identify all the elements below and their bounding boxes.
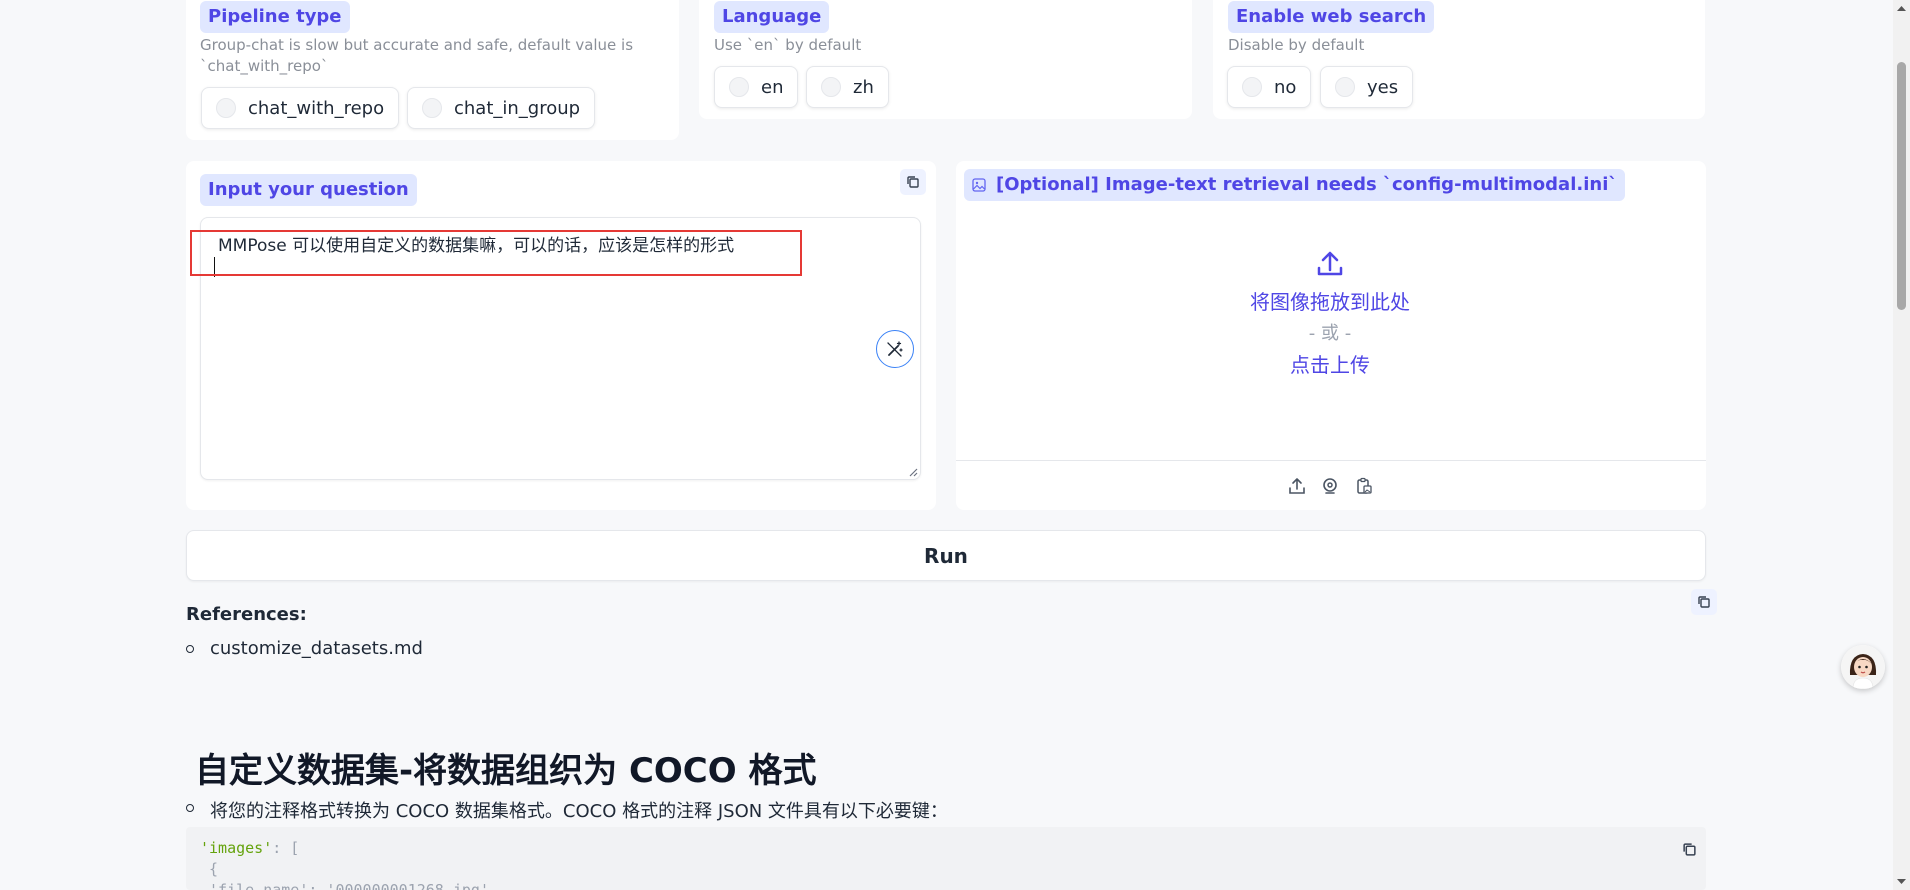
click-upload-text[interactable]: 点击上传 bbox=[1150, 349, 1510, 378]
magic-wand-button[interactable] bbox=[876, 330, 914, 368]
radio-label: chat_with_repo bbox=[248, 97, 385, 119]
reference-item: customize_datasets.md bbox=[186, 638, 423, 659]
avatar-icon bbox=[1841, 645, 1885, 689]
radio-label: en bbox=[761, 76, 784, 98]
answer-heading: 自定义数据集-将数据组织为 COCO 格式 bbox=[195, 751, 817, 791]
upload-icon bbox=[1317, 251, 1343, 276]
radio-dot bbox=[422, 98, 442, 118]
image-toolbar-divider bbox=[956, 460, 1706, 461]
drop-text: 将图像拖放到此处 bbox=[1250, 290, 1410, 314]
image-label-text: [Optional] Image-text retrieval needs `c… bbox=[996, 174, 1618, 195]
answer-bullet-text: 将您的注释格式转换为 COCO 数据集格式。COCO 格式的注释 JSON 文件… bbox=[210, 801, 948, 822]
scrollbar-thumb[interactable] bbox=[1897, 62, 1906, 310]
image-icon bbox=[972, 178, 986, 192]
radio-zh[interactable]: zh bbox=[806, 66, 889, 108]
pipeline-label: Pipeline type bbox=[200, 1, 350, 33]
clipboard-image-icon[interactable] bbox=[1355, 477, 1373, 495]
pipeline-info: Group-chat is slow but accurate and safe… bbox=[200, 36, 634, 75]
or-text: - 或 - bbox=[1308, 323, 1352, 344]
question-label: Input your question bbox=[200, 174, 417, 206]
resize-handle-icon[interactable] bbox=[908, 467, 918, 477]
language-label: Language bbox=[714, 1, 830, 33]
code-block: 'images': [ { 'file_name': '000000001268… bbox=[186, 827, 1706, 890]
magic-wand-icon bbox=[887, 341, 903, 357]
radio-chat-in-group[interactable]: chat_in_group bbox=[407, 87, 596, 129]
radio-dot bbox=[729, 77, 749, 97]
image-label: [Optional] Image-text retrieval needs `c… bbox=[964, 169, 1626, 201]
answer-bullet: 将您的注释格式转换为 COCO 数据集格式。COCO 格式的注释 JSON 文件… bbox=[186, 797, 948, 823]
bullet-icon bbox=[186, 804, 194, 812]
assistant-avatar[interactable] bbox=[1841, 645, 1885, 689]
image-dropzone[interactable]: 将图像拖放到此处 - 或 - 点击上传 bbox=[1150, 248, 1510, 388]
copy-icon bbox=[1682, 842, 1696, 856]
reference-item-text: customize_datasets.md bbox=[210, 638, 423, 659]
references-title: References: bbox=[186, 604, 307, 625]
radio-dot bbox=[1242, 77, 1262, 97]
page-scrollbar[interactable] bbox=[1893, 0, 1910, 890]
web-search-info: Disable by default bbox=[1228, 36, 1365, 54]
language-info: Use `en` by default bbox=[714, 36, 862, 54]
radio-dot bbox=[216, 98, 236, 118]
radio-label: zh bbox=[853, 76, 874, 98]
scroll-up-icon[interactable] bbox=[1896, 4, 1907, 12]
radio-yes[interactable]: yes bbox=[1320, 66, 1414, 108]
upload-icon[interactable] bbox=[1288, 477, 1306, 495]
radio-en[interactable]: en bbox=[714, 66, 799, 108]
code-line: { bbox=[200, 860, 219, 878]
copy-icon bbox=[1698, 596, 1710, 608]
web-search-label: Enable web search bbox=[1228, 1, 1435, 33]
radio-dot bbox=[821, 77, 841, 97]
radio-label: no bbox=[1274, 76, 1297, 98]
bullet-icon bbox=[186, 645, 194, 653]
scroll-down-icon[interactable] bbox=[1896, 878, 1907, 886]
radio-label: yes bbox=[1367, 76, 1399, 98]
copy-answer-button[interactable] bbox=[1691, 589, 1717, 615]
run-button[interactable]: Run bbox=[186, 530, 1706, 581]
radio-no[interactable]: no bbox=[1227, 66, 1312, 108]
radio-chat-with-repo[interactable]: chat_with_repo bbox=[201, 87, 400, 129]
radio-label: chat_in_group bbox=[454, 97, 581, 119]
code-line: 'images': [ bbox=[200, 839, 300, 857]
webcam-icon[interactable] bbox=[1321, 477, 1339, 495]
highlight-box bbox=[190, 230, 802, 276]
code-line: 'file_name': '000000001268.jpg', bbox=[200, 881, 499, 890]
radio-dot bbox=[1335, 77, 1355, 97]
copy-code-button[interactable] bbox=[1676, 836, 1702, 862]
copy-question-button[interactable] bbox=[900, 169, 926, 195]
copy-icon bbox=[907, 176, 919, 188]
